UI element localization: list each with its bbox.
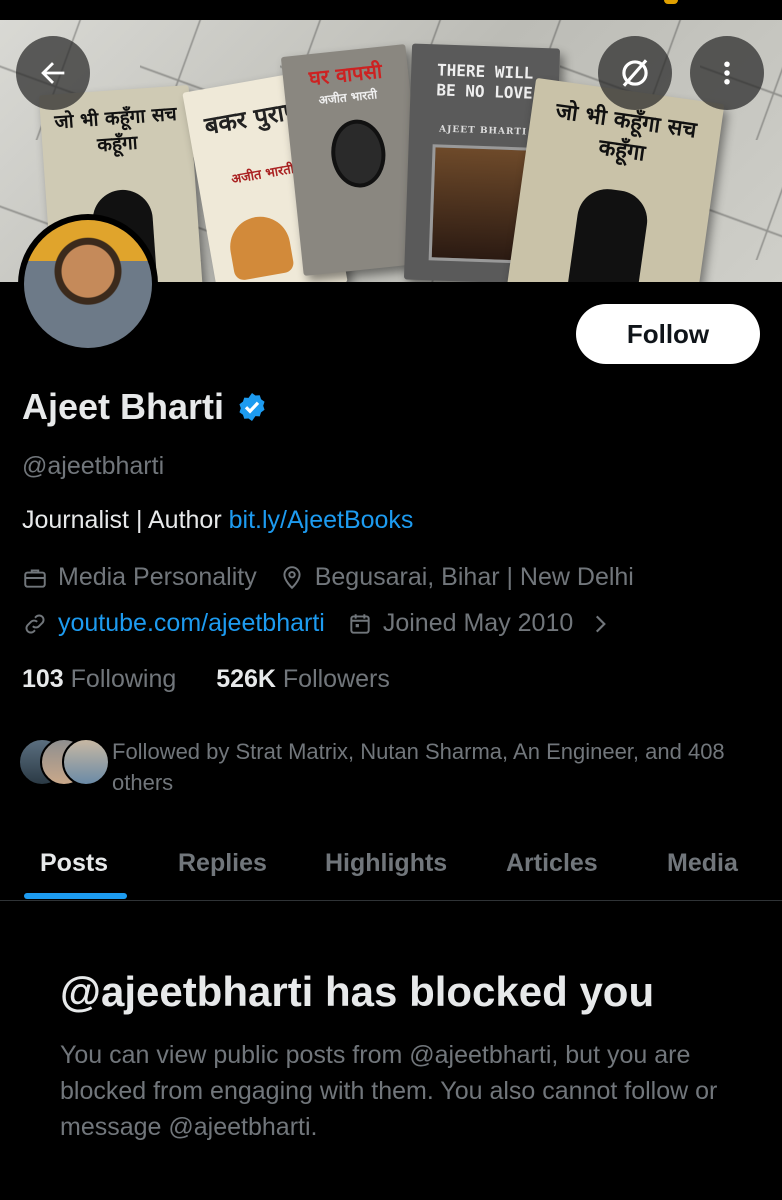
profile-website-link[interactable]: youtube.com/ajeetbharti [58, 609, 325, 638]
profile-joined: Joined May 2010 [382, 609, 574, 637]
blocked-title: @ajeetbharti has blocked you [60, 968, 655, 1015]
back-button[interactable] [16, 36, 90, 110]
profile-bio: Journalist | Author bit.ly/AjeetBooks [22, 506, 413, 535]
tab-replies[interactable]: Replies [178, 826, 267, 900]
profile-location: Begusarai, Bihar | New Delhi [314, 563, 634, 591]
book-figure [565, 185, 652, 282]
followers-count: 526K [216, 665, 276, 693]
banner-book-5: जो भी कहूँगा सच कहूँगा [505, 77, 725, 282]
more-button[interactable] [690, 36, 764, 110]
bio-link[interactable]: bit.ly/AjeetBooks [229, 506, 414, 534]
tab-media[interactable]: Media [667, 826, 738, 900]
profile-meta-row-2: youtube.com/ajeetbharti Joined May 2010 [22, 609, 613, 638]
book-mirror [327, 116, 389, 191]
bio-text: Journalist | Author [22, 506, 229, 534]
followers-label: Followers [275, 665, 390, 693]
status-indicator [664, 0, 678, 4]
back-arrow-icon [41, 62, 65, 84]
followed-by-text: Followed by Strat Matrix, Nutan Sharma, … [112, 739, 725, 795]
profile-tabs: Posts Replies Highlights Articles Media [0, 826, 782, 901]
grok-button[interactable] [598, 36, 672, 110]
profile-stats: 103 Following 526K Followers [22, 665, 390, 694]
mini-avatar [62, 738, 110, 786]
tab-highlights[interactable]: Highlights [325, 826, 447, 900]
verified-badge-icon[interactable] [236, 391, 268, 423]
calendar-icon [350, 613, 370, 634]
followed-by-avatars [18, 736, 110, 786]
profile-name: Ajeet Bharti [22, 386, 268, 428]
followed-by[interactable]: Followed by Strat Matrix, Nutan Sharma, … [18, 736, 752, 798]
more-vertical-icon [724, 61, 730, 85]
briefcase-icon [24, 568, 46, 588]
following-link[interactable]: 103 Following [22, 665, 176, 693]
link-icon [25, 614, 45, 633]
avatar-image [24, 220, 152, 348]
display-name: Ajeet Bharti [22, 386, 225, 427]
profile-handle: @ajeetbharti [22, 452, 165, 480]
book-illustration [225, 211, 295, 282]
following-label: Following [63, 665, 177, 693]
tab-articles[interactable]: Articles [506, 826, 598, 900]
profile-avatar[interactable] [18, 214, 158, 354]
blocked-message: You can view public posts from @ajeetbha… [60, 1041, 718, 1141]
following-count: 103 [22, 665, 64, 693]
follow-button[interactable]: Follow [576, 304, 760, 364]
location-pin-icon [283, 565, 301, 589]
tab-posts[interactable]: Posts [40, 826, 108, 900]
followers-link[interactable]: 526K Followers [216, 665, 390, 693]
active-tab-indicator [24, 893, 127, 899]
grok-icon [622, 59, 648, 87]
profile-meta-row-1: Media Personality Begusarai, Bihar | New… [22, 563, 634, 592]
profile-category: Media Personality [58, 563, 257, 591]
chevron-right-icon[interactable] [587, 611, 613, 637]
